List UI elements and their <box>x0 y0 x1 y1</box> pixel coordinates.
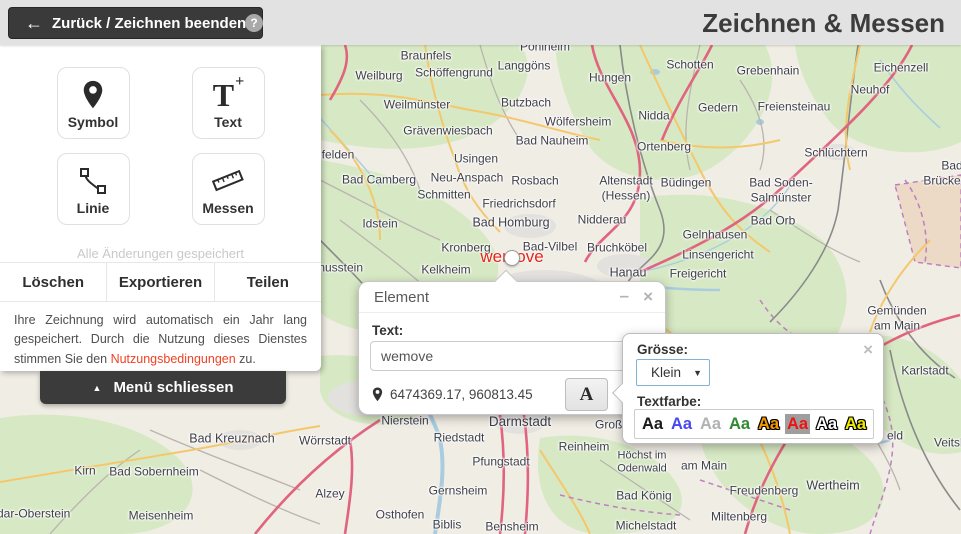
action-button[interactable]: Exportieren <box>106 263 213 301</box>
color-swatch[interactable]: Aa <box>669 414 694 435</box>
back-button[interactable]: ← Zurück / Zeichnen beenden <box>8 7 263 39</box>
text-style-button[interactable]: A <box>565 378 608 411</box>
color-swatch-row: AaAaAaAaAaAaAaAa <box>634 409 874 439</box>
color-swatch[interactable]: Aa <box>698 414 723 435</box>
text-style-popup: Grösse: × Klein ▼ Textfarbe: AaAaAaAaAaA… <box>622 333 884 444</box>
action-button[interactable]: Löschen <box>0 263 106 301</box>
action-button[interactable]: Teilen <box>214 263 321 301</box>
tool-text-label: Text <box>214 114 242 130</box>
color-swatch[interactable]: Aa <box>640 414 665 435</box>
coordinates-row: 6474369.17, 960813.45 <box>372 387 533 402</box>
coordinates-value: 6474369.17, 960813.45 <box>390 387 533 402</box>
size-select-value: Klein <box>651 365 681 380</box>
save-status-text: Alle Änderungen gespeichert <box>0 246 321 261</box>
size-label: Grösse: <box>637 342 688 357</box>
text-field-label: Text: <box>372 323 403 338</box>
tool-measure-label: Messen <box>202 200 253 216</box>
tool-line-button[interactable]: Linie <box>57 153 130 225</box>
drawing-tool-panel: Symbol T+ Text Linie <box>0 45 321 371</box>
close-icon[interactable]: × <box>643 287 653 307</box>
tool-text-button[interactable]: T+ Text <box>192 67 265 139</box>
map-pin-icon <box>58 78 129 112</box>
color-swatch[interactable]: Aa <box>814 414 839 435</box>
back-arrow-icon: ← <box>25 14 43 32</box>
legal-notice: Ihre Zeichnung wird automatisch ein Jahr… <box>14 311 307 369</box>
header-bar: ← Zurück / Zeichnen beenden ? Zeichnen &… <box>0 0 961 45</box>
polyline-icon <box>58 164 129 198</box>
ruler-icon <box>193 164 264 198</box>
tool-line-label: Linie <box>77 200 110 216</box>
tool-symbol-button[interactable]: Symbol <box>57 67 130 139</box>
marker-handle[interactable] <box>504 250 520 266</box>
color-swatch[interactable]: Aa <box>756 414 781 435</box>
legal-notice-suffix: zu. <box>236 352 256 366</box>
tool-grid: Symbol T+ Text Linie <box>0 67 321 225</box>
minimize-icon[interactable]: – <box>620 286 629 306</box>
close-menu-button[interactable]: ▲ Menü schliessen <box>40 371 286 404</box>
chevron-down-icon: ▼ <box>693 368 702 378</box>
color-swatch[interactable]: Aa <box>785 414 810 435</box>
text-color-label: Textfarbe: <box>637 394 701 409</box>
tool-measure-button[interactable]: Messen <box>192 153 265 225</box>
chevron-up-icon: ▲ <box>93 383 102 393</box>
text-plus-icon: T+ <box>193 78 264 112</box>
page-title: Zeichnen & Messen <box>702 8 945 39</box>
size-select[interactable]: Klein ▼ <box>636 359 710 386</box>
terms-link[interactable]: Nutzungsbedingungen <box>111 352 236 366</box>
dialog-title: Element <box>374 289 429 306</box>
actions-row: LöschenExportierenTeilen <box>0 262 321 302</box>
location-pin-icon <box>372 387 383 402</box>
dialog-header: Element – × <box>359 282 665 313</box>
color-swatch[interactable]: Aa <box>843 414 868 435</box>
close-menu-label: Menü schliessen <box>113 379 233 396</box>
popup-close-icon[interactable]: × <box>863 340 873 360</box>
text-input[interactable] <box>370 341 656 371</box>
tool-symbol-label: Symbol <box>68 114 119 130</box>
back-button-label: Zurück / Zeichnen beenden <box>52 15 246 32</box>
color-swatch[interactable]: Aa <box>727 414 752 435</box>
help-icon[interactable]: ? <box>245 14 263 32</box>
